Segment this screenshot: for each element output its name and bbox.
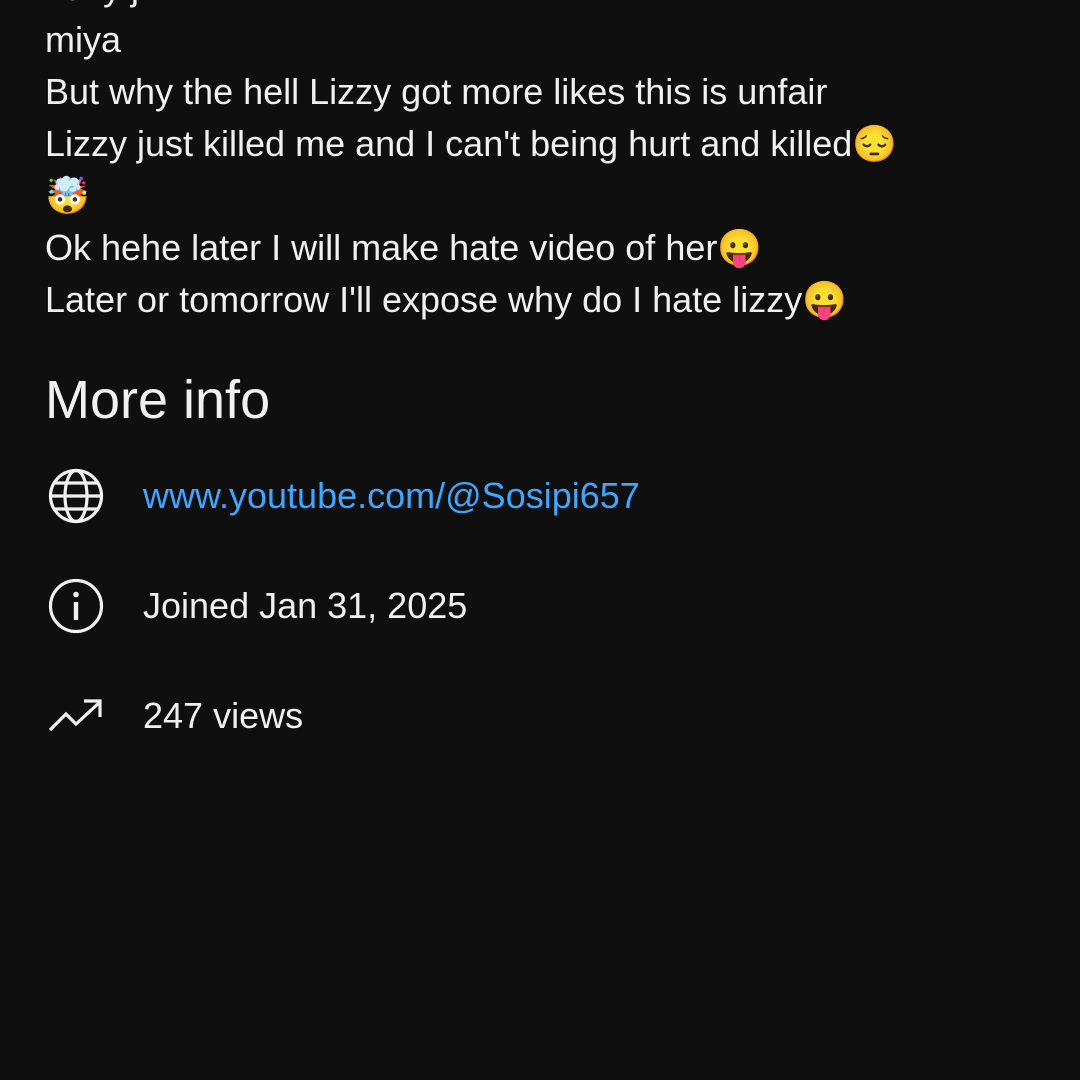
channel-description: Lazy j miya But why the hell Lizzy got m… — [45, 0, 1045, 326]
info-icon — [45, 575, 107, 637]
description-line: 🤯 — [45, 175, 90, 216]
channel-about-page: Lazy j miya But why the hell Lizzy got m… — [0, 0, 1080, 1080]
description-line: Lizzy just killed me and I can't being h… — [45, 123, 898, 164]
joined-row: Joined Jan 31, 2025 — [45, 575, 467, 637]
view-count: 247 views — [143, 695, 304, 736]
trending-icon — [45, 685, 107, 747]
description-line: Lazy j — [45, 0, 1045, 14]
description-line: Later or tomorrow I'll expose why do I h… — [45, 279, 848, 320]
channel-link-row[interactable]: www.youtube.com/@Sosipi657 — [45, 465, 640, 527]
channel-link[interactable]: www.youtube.com/@Sosipi657 — [143, 475, 640, 517]
description-line: But why the hell Lizzy got more likes th… — [45, 71, 828, 112]
more-info-heading: More info — [45, 370, 271, 430]
views-row: 247 views — [45, 685, 303, 747]
description-line: Ok hehe later I will make hate video of … — [45, 227, 763, 268]
joined-date: Joined Jan 31, 2025 — [143, 585, 468, 626]
description-line: miya — [45, 19, 122, 60]
globe-icon — [45, 465, 107, 527]
